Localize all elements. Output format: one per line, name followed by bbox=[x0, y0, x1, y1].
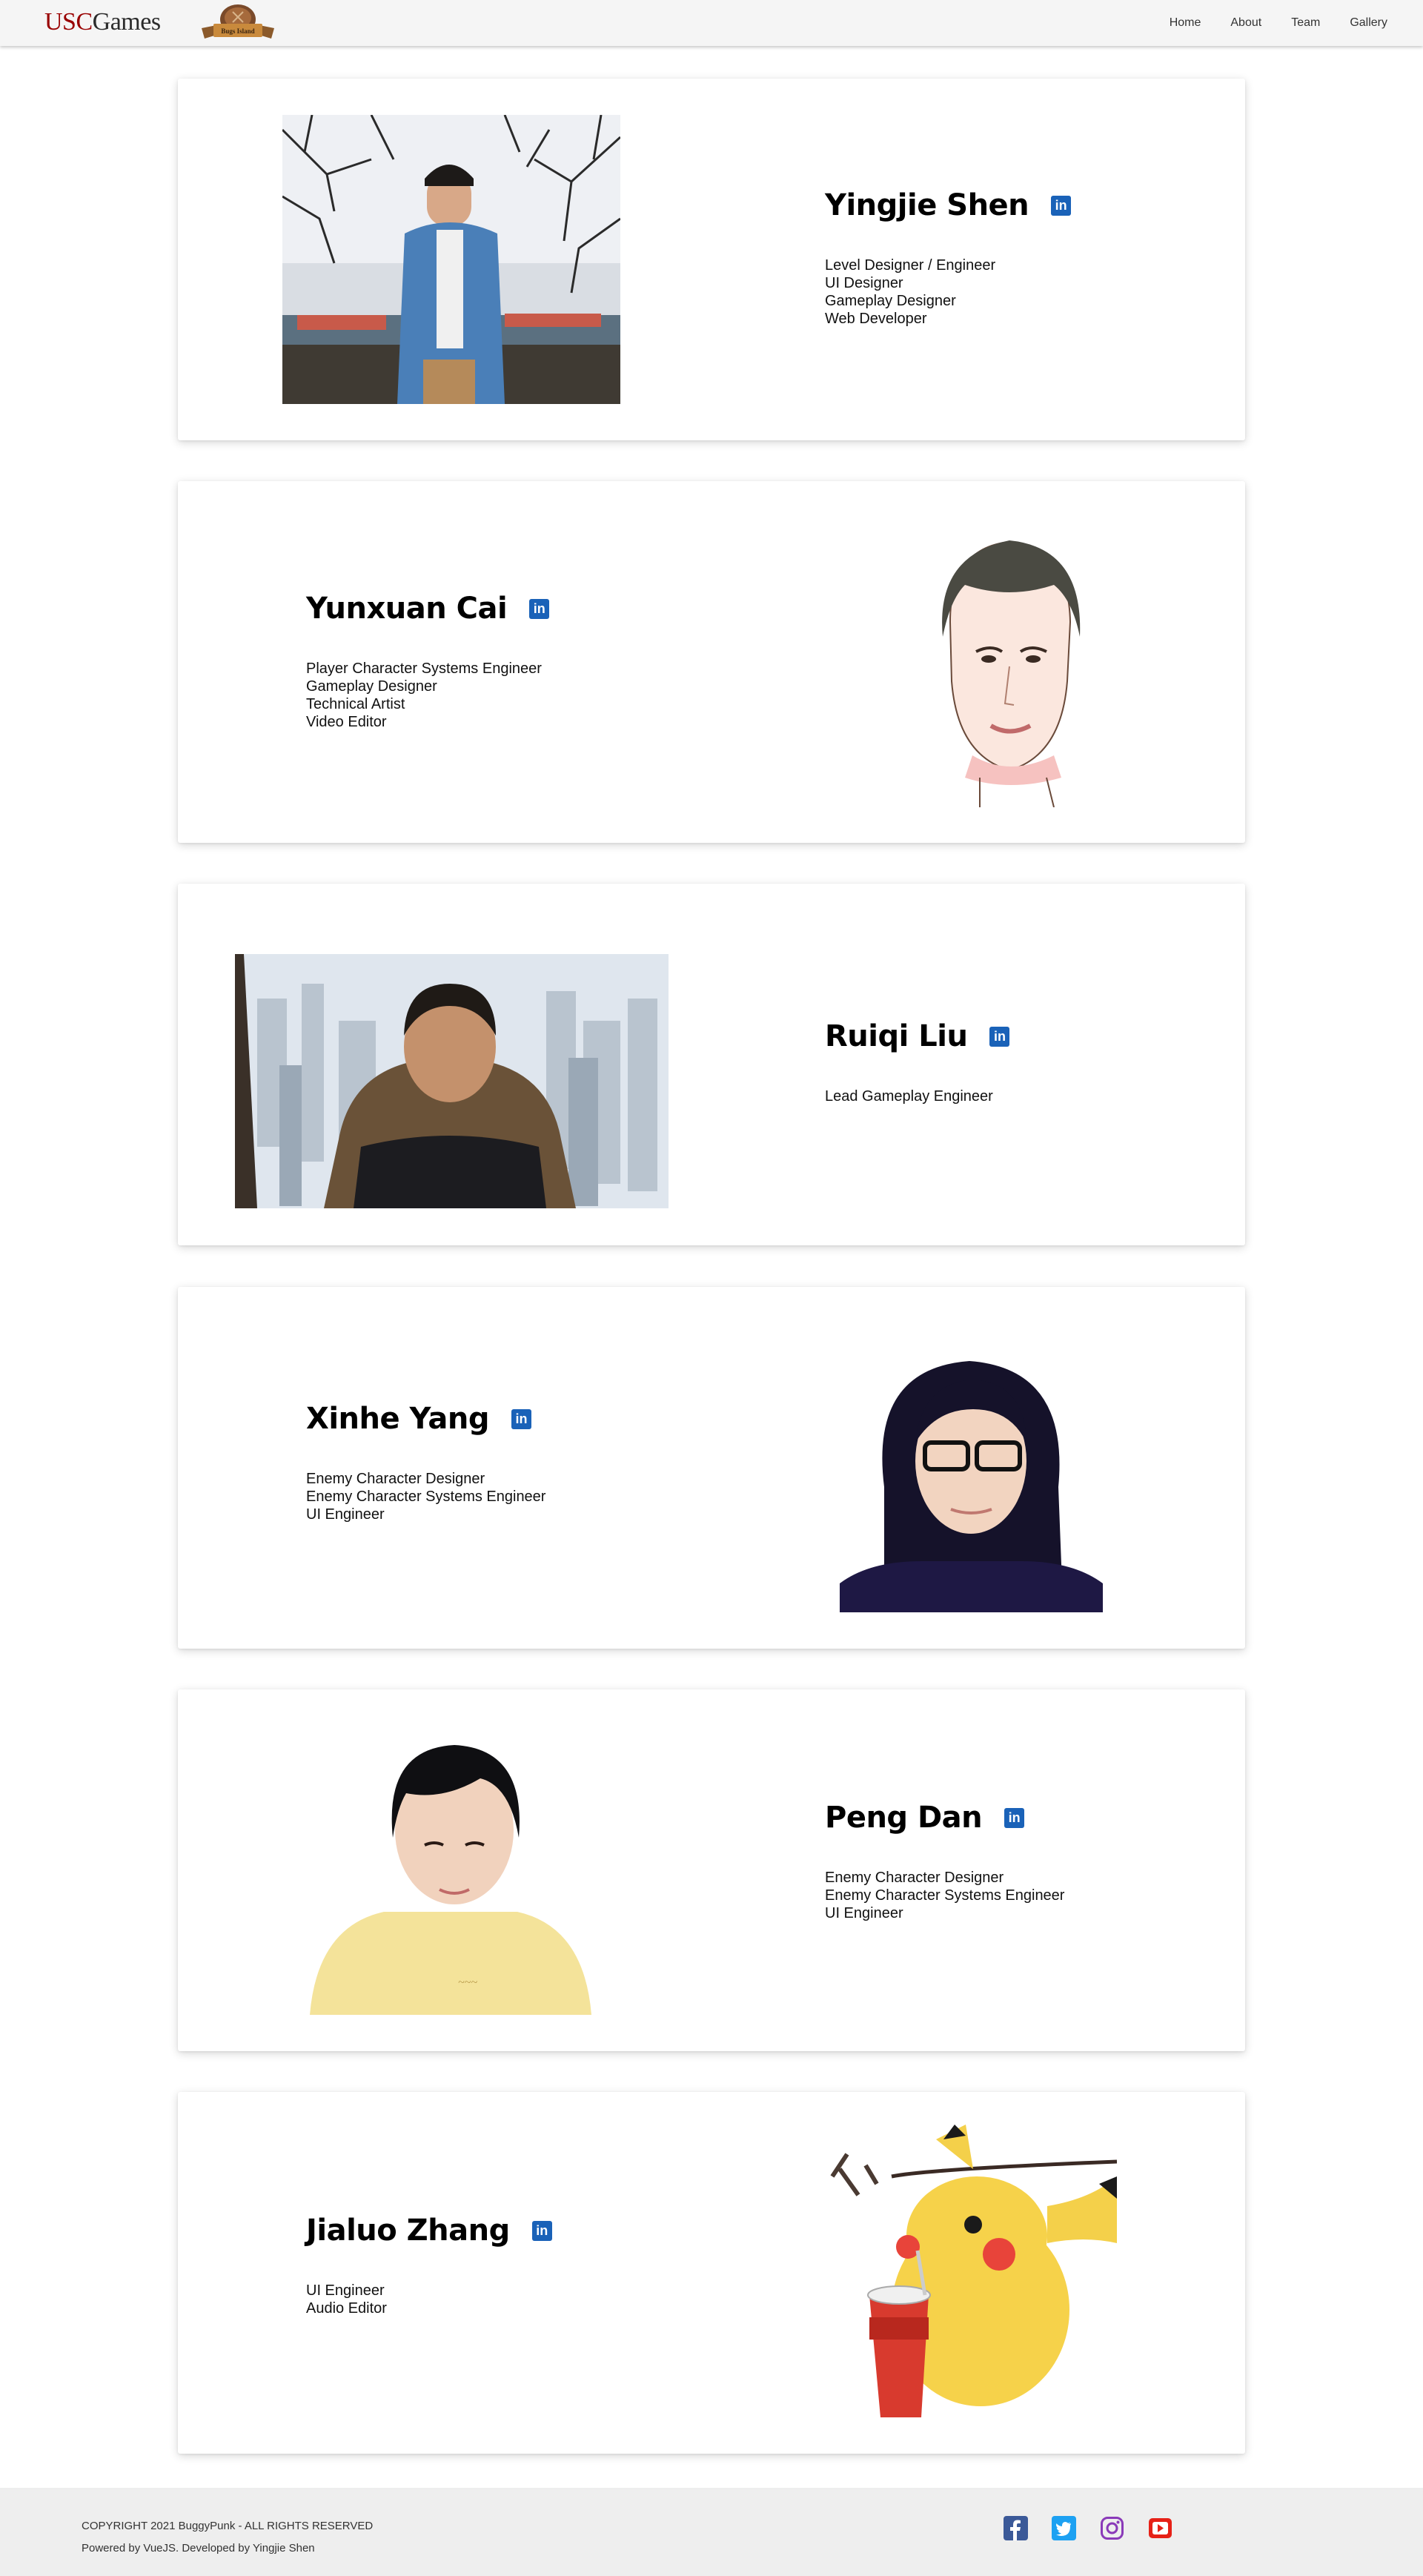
copyright-text: COPYRIGHT 2021 BuggyPunk - ALL RIGHTS RE… bbox=[82, 2520, 374, 2532]
member-roles: Level Designer / Engineer UI Designer Ga… bbox=[825, 256, 1071, 328]
linkedin-icon[interactable]: in bbox=[529, 598, 550, 619]
member-name: Ruiqi Liu bbox=[825, 1019, 968, 1053]
role-item: Enemy Character Designer bbox=[825, 1870, 1004, 1886]
member-card-xinhe-yang: Xinhe Yang in Enemy Character Designer E… bbox=[178, 1287, 1245, 1649]
linkedin-icon[interactable]: in bbox=[989, 1026, 1010, 1047]
powered-by-text: Powered by VueJS. Developed by Yingjie S… bbox=[82, 2542, 315, 2555]
member-roles: Player Character Systems Engineer Gamepl… bbox=[306, 660, 549, 731]
member-info: Yunxuan Cai in Player Character Systems … bbox=[306, 592, 550, 731]
nav-home[interactable]: Home bbox=[1170, 16, 1201, 30]
member-name: Peng Dan bbox=[825, 1801, 983, 1835]
member-photo: ~~~ bbox=[310, 1741, 591, 2015]
nav-team[interactable]: Team bbox=[1291, 16, 1320, 30]
member-card-yingjie-shen: Yingjie Shen in Level Designer / Enginee… bbox=[178, 79, 1245, 440]
member-info: Xinhe Yang in Enemy Character Designer E… bbox=[306, 1402, 545, 1523]
member-name: Jialuo Zhang bbox=[306, 2214, 510, 2248]
role-item: UI Engineer bbox=[306, 1506, 385, 1523]
footer: COPYRIGHT 2021 BuggyPunk - ALL RIGHTS RE… bbox=[0, 2488, 1423, 2576]
member-roles: Lead Gameplay Engineer bbox=[825, 1087, 1009, 1105]
member-info: Peng Dan in Enemy Character Designer Ene… bbox=[825, 1801, 1064, 1922]
member-photo bbox=[282, 115, 620, 404]
role-item: Audio Editor bbox=[306, 2300, 387, 2317]
nav-gallery[interactable]: Gallery bbox=[1350, 16, 1387, 30]
linkedin-icon[interactable]: in bbox=[1004, 1807, 1025, 1828]
member-card-ruiqi-liu: Ruiqi Liu in Lead Gameplay Engineer bbox=[178, 884, 1245, 1245]
member-photo bbox=[235, 954, 669, 1208]
footer-text: COPYRIGHT 2021 BuggyPunk - ALL RIGHTS RE… bbox=[82, 2515, 373, 2560]
member-roles: Enemy Character Designer Enemy Character… bbox=[306, 1470, 545, 1523]
role-item: Level Designer / Engineer bbox=[825, 257, 996, 274]
member-roles: UI Engineer Audio Editor bbox=[306, 2282, 552, 2317]
member-photo bbox=[825, 2125, 1117, 2417]
role-item: Video Editor bbox=[306, 714, 387, 730]
role-item: UI Designer bbox=[825, 275, 903, 291]
member-name: Xinhe Yang bbox=[306, 1402, 489, 1436]
role-item: Gameplay Designer bbox=[306, 678, 437, 695]
brand-games: Games bbox=[92, 8, 161, 36]
nav-about[interactable]: About bbox=[1230, 16, 1261, 30]
member-info: Ruiqi Liu in Lead Gameplay Engineer bbox=[825, 1019, 1010, 1105]
svg-text:~~~: ~~~ bbox=[458, 1976, 477, 1989]
role-item: Lead Gameplay Engineer bbox=[825, 1088, 993, 1105]
role-item: Technical Artist bbox=[306, 696, 405, 712]
member-card-yunxuan-cai: Yunxuan Cai in Player Character Systems … bbox=[178, 481, 1245, 843]
member-photo bbox=[840, 1339, 1103, 1612]
social-links bbox=[1004, 2516, 1172, 2540]
role-item: Enemy Character Systems Engineer bbox=[306, 1489, 546, 1505]
member-info: Yingjie Shen in Level Designer / Enginee… bbox=[825, 188, 1072, 328]
youtube-icon[interactable] bbox=[1148, 2516, 1172, 2540]
member-name: Yingjie Shen bbox=[825, 188, 1029, 222]
member-roles: Enemy Character Designer Enemy Character… bbox=[825, 1869, 1064, 1922]
member-card-jialuo-zhang: Jialuo Zhang in UI Engineer Audio Editor bbox=[178, 2092, 1245, 2454]
role-item: Web Developer bbox=[825, 311, 927, 327]
top-navbar: USC Games Bugs Island Home About Team Gal… bbox=[0, 0, 1423, 46]
member-photo bbox=[869, 533, 1150, 807]
role-item: Enemy Character Designer bbox=[306, 1471, 485, 1487]
instagram-icon[interactable] bbox=[1100, 2516, 1124, 2540]
facebook-icon[interactable] bbox=[1004, 2516, 1028, 2540]
linkedin-icon[interactable]: in bbox=[511, 1408, 531, 1429]
role-item: Gameplay Designer bbox=[825, 293, 956, 309]
game-logo[interactable]: Bugs Island bbox=[197, 1, 279, 43]
role-item: Enemy Character Systems Engineer bbox=[825, 1887, 1065, 1904]
role-item: UI Engineer bbox=[825, 1905, 903, 1921]
usc-games-logo[interactable]: USC Games bbox=[44, 6, 161, 39]
main-nav: Home About Team Gallery bbox=[1170, 0, 1387, 46]
member-name: Yunxuan Cai bbox=[306, 592, 508, 626]
member-card-peng-dan: ~~~ Peng Dan in Enemy Character Designer… bbox=[178, 1689, 1245, 2051]
member-info: Jialuo Zhang in UI Engineer Audio Editor bbox=[306, 2214, 552, 2317]
role-item: UI Engineer bbox=[306, 2282, 385, 2299]
brand-usc: USC bbox=[44, 8, 93, 36]
role-item: Player Character Systems Engineer bbox=[306, 660, 542, 677]
twitter-icon[interactable] bbox=[1052, 2516, 1076, 2540]
logo-text: Bugs Island bbox=[221, 27, 254, 35]
linkedin-icon[interactable]: in bbox=[531, 2220, 552, 2241]
linkedin-icon[interactable]: in bbox=[1051, 195, 1072, 216]
